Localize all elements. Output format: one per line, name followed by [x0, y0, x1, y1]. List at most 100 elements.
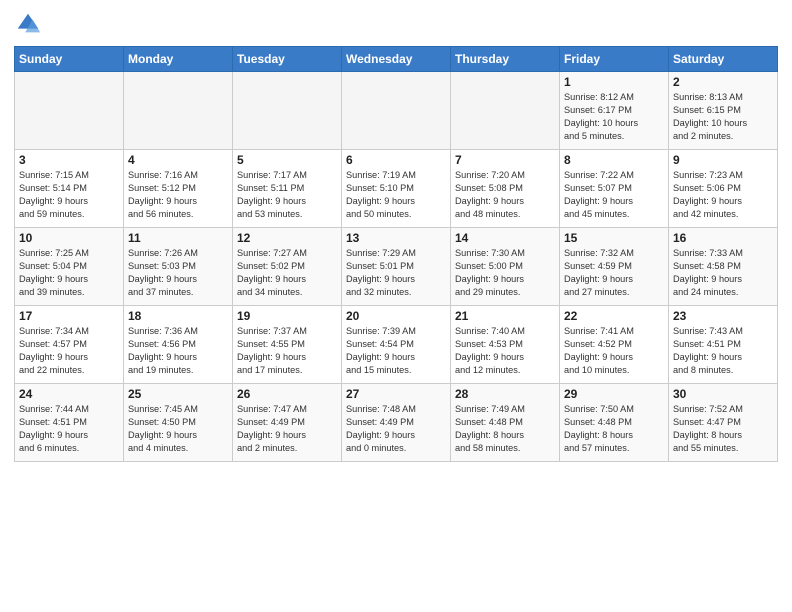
day-number: 29: [564, 387, 664, 401]
calendar-cell: [233, 72, 342, 150]
calendar-week-row: 3 Sunrise: 7:15 AM Sunset: 5:14 PM Daylig…: [15, 150, 778, 228]
day-info: Sunrise: 7:22 AM Sunset: 5:07 PM Dayligh…: [564, 169, 664, 221]
logo: [14, 10, 46, 38]
calendar-cell: 25 Sunrise: 7:45 AM Sunset: 4:50 PM Dayli…: [124, 384, 233, 462]
weekday-header: Tuesday: [233, 47, 342, 72]
calendar-cell: 26Sunrise: 7:47 AM Sunset: 4:49 PM Dayli…: [233, 384, 342, 462]
day-info: Sunrise: 7:44 AM Sunset: 4:51 PM Dayligh…: [19, 403, 119, 455]
calendar-cell: 8 Sunrise: 7:22 AM Sunset: 5:07 PM Daylig…: [560, 150, 669, 228]
day-number: 10: [19, 231, 119, 245]
calendar-cell: [451, 72, 560, 150]
calendar-cell: 17Sunrise: 7:34 AM Sunset: 4:57 PM Dayli…: [15, 306, 124, 384]
day-info: Sunrise: 7:45 AM Sunset: 4:50 PM Dayligh…: [128, 403, 228, 455]
day-number: 9: [673, 153, 773, 167]
day-info: Sunrise: 7:33 AM Sunset: 4:58 PM Dayligh…: [673, 247, 773, 299]
day-number: 2: [673, 75, 773, 89]
calendar-cell: 14 Sunrise: 7:30 AM Sunset: 5:00 PM Dayli…: [451, 228, 560, 306]
day-info: Sunrise: 7:39 AM Sunset: 4:54 PM Dayligh…: [346, 325, 446, 377]
calendar-table: SundayMondayTuesdayWednesdayThursdayFrid…: [14, 46, 778, 462]
calendar-cell: 12 Sunrise: 7:27 AM Sunset: 5:02 PM Dayli…: [233, 228, 342, 306]
calendar-header-row: SundayMondayTuesdayWednesdayThursdayFrid…: [15, 47, 778, 72]
weekday-header: Wednesday: [342, 47, 451, 72]
calendar-cell: 28 Sunrise: 7:49 AM Sunset: 4:48 PM Dayli…: [451, 384, 560, 462]
calendar-cell: 9Sunrise: 7:23 AM Sunset: 5:06 PM Daylig…: [669, 150, 778, 228]
calendar-cell: 19 Sunrise: 7:37 AM Sunset: 4:55 PM Dayli…: [233, 306, 342, 384]
weekday-header: Sunday: [15, 47, 124, 72]
calendar-cell: 23 Sunrise: 7:43 AM Sunset: 4:51 PM Dayli…: [669, 306, 778, 384]
calendar-cell: 22Sunrise: 7:41 AM Sunset: 4:52 PM Dayli…: [560, 306, 669, 384]
day-info: Sunrise: 7:47 AM Sunset: 4:49 PM Dayligh…: [237, 403, 337, 455]
calendar-cell: [342, 72, 451, 150]
calendar-cell: 10 Sunrise: 7:25 AM Sunset: 5:04 PM Dayli…: [15, 228, 124, 306]
day-info: Sunrise: 7:36 AM Sunset: 4:56 PM Dayligh…: [128, 325, 228, 377]
day-info: Sunrise: 7:17 AM Sunset: 5:11 PM Dayligh…: [237, 169, 337, 221]
header: [14, 10, 778, 38]
day-number: 3: [19, 153, 119, 167]
weekday-header: Thursday: [451, 47, 560, 72]
calendar-page: SundayMondayTuesdayWednesdayThursdayFrid…: [0, 0, 792, 470]
day-info: Sunrise: 7:34 AM Sunset: 4:57 PM Dayligh…: [19, 325, 119, 377]
day-info: Sunrise: 7:43 AM Sunset: 4:51 PM Dayligh…: [673, 325, 773, 377]
calendar-cell: 15Sunrise: 7:32 AM Sunset: 4:59 PM Dayli…: [560, 228, 669, 306]
day-info: Sunrise: 7:30 AM Sunset: 5:00 PM Dayligh…: [455, 247, 555, 299]
calendar-cell: 24 Sunrise: 7:44 AM Sunset: 4:51 PM Dayli…: [15, 384, 124, 462]
day-number: 4: [128, 153, 228, 167]
calendar-body: 1 Sunrise: 8:12 AM Sunset: 6:17 PM Daylig…: [15, 72, 778, 462]
calendar-week-row: 1 Sunrise: 8:12 AM Sunset: 6:17 PM Daylig…: [15, 72, 778, 150]
day-number: 7: [455, 153, 555, 167]
calendar-week-row: 24 Sunrise: 7:44 AM Sunset: 4:51 PM Dayli…: [15, 384, 778, 462]
day-number: 8: [564, 153, 664, 167]
day-number: 11: [128, 231, 228, 245]
calendar-cell: 5 Sunrise: 7:17 AM Sunset: 5:11 PM Daylig…: [233, 150, 342, 228]
day-info: Sunrise: 7:27 AM Sunset: 5:02 PM Dayligh…: [237, 247, 337, 299]
calendar-cell: 21Sunrise: 7:40 AM Sunset: 4:53 PM Dayli…: [451, 306, 560, 384]
calendar-cell: 27 Sunrise: 7:48 AM Sunset: 4:49 PM Dayli…: [342, 384, 451, 462]
day-number: 30: [673, 387, 773, 401]
day-number: 5: [237, 153, 337, 167]
weekday-header: Friday: [560, 47, 669, 72]
weekday-header: Saturday: [669, 47, 778, 72]
day-number: 12: [237, 231, 337, 245]
day-info: Sunrise: 7:29 AM Sunset: 5:01 PM Dayligh…: [346, 247, 446, 299]
day-info: Sunrise: 8:12 AM Sunset: 6:17 PM Dayligh…: [564, 91, 664, 143]
day-info: Sunrise: 8:13 AM Sunset: 6:15 PM Dayligh…: [673, 91, 773, 143]
day-info: Sunrise: 7:15 AM Sunset: 5:14 PM Dayligh…: [19, 169, 119, 221]
day-number: 23: [673, 309, 773, 323]
calendar-cell: 13Sunrise: 7:29 AM Sunset: 5:01 PM Dayli…: [342, 228, 451, 306]
day-number: 15: [564, 231, 664, 245]
day-number: 25: [128, 387, 228, 401]
day-number: 28: [455, 387, 555, 401]
day-info: Sunrise: 7:40 AM Sunset: 4:53 PM Dayligh…: [455, 325, 555, 377]
day-number: 19: [237, 309, 337, 323]
calendar-cell: 29Sunrise: 7:50 AM Sunset: 4:48 PM Dayli…: [560, 384, 669, 462]
weekday-header: Monday: [124, 47, 233, 72]
day-info: Sunrise: 7:19 AM Sunset: 5:10 PM Dayligh…: [346, 169, 446, 221]
day-info: Sunrise: 7:48 AM Sunset: 4:49 PM Dayligh…: [346, 403, 446, 455]
calendar-cell: 2 Sunrise: 8:13 AM Sunset: 6:15 PM Daylig…: [669, 72, 778, 150]
calendar-cell: [15, 72, 124, 150]
day-number: 18: [128, 309, 228, 323]
day-info: Sunrise: 7:25 AM Sunset: 5:04 PM Dayligh…: [19, 247, 119, 299]
day-number: 1: [564, 75, 664, 89]
calendar-cell: 30 Sunrise: 7:52 AM Sunset: 4:47 PM Dayli…: [669, 384, 778, 462]
calendar-cell: 16 Sunrise: 7:33 AM Sunset: 4:58 PM Dayli…: [669, 228, 778, 306]
calendar-week-row: 17Sunrise: 7:34 AM Sunset: 4:57 PM Dayli…: [15, 306, 778, 384]
day-info: Sunrise: 7:26 AM Sunset: 5:03 PM Dayligh…: [128, 247, 228, 299]
calendar-cell: 1 Sunrise: 8:12 AM Sunset: 6:17 PM Daylig…: [560, 72, 669, 150]
logo-icon: [14, 10, 42, 38]
day-number: 6: [346, 153, 446, 167]
calendar-cell: 11 Sunrise: 7:26 AM Sunset: 5:03 PM Dayli…: [124, 228, 233, 306]
day-number: 14: [455, 231, 555, 245]
day-info: Sunrise: 7:37 AM Sunset: 4:55 PM Dayligh…: [237, 325, 337, 377]
calendar-cell: [124, 72, 233, 150]
calendar-week-row: 10 Sunrise: 7:25 AM Sunset: 5:04 PM Dayli…: [15, 228, 778, 306]
day-info: Sunrise: 7:20 AM Sunset: 5:08 PM Dayligh…: [455, 169, 555, 221]
calendar-cell: 6 Sunrise: 7:19 AM Sunset: 5:10 PM Daylig…: [342, 150, 451, 228]
day-number: 27: [346, 387, 446, 401]
day-info: Sunrise: 7:41 AM Sunset: 4:52 PM Dayligh…: [564, 325, 664, 377]
day-number: 20: [346, 309, 446, 323]
day-info: Sunrise: 7:52 AM Sunset: 4:47 PM Dayligh…: [673, 403, 773, 455]
day-number: 16: [673, 231, 773, 245]
day-number: 24: [19, 387, 119, 401]
day-info: Sunrise: 7:49 AM Sunset: 4:48 PM Dayligh…: [455, 403, 555, 455]
